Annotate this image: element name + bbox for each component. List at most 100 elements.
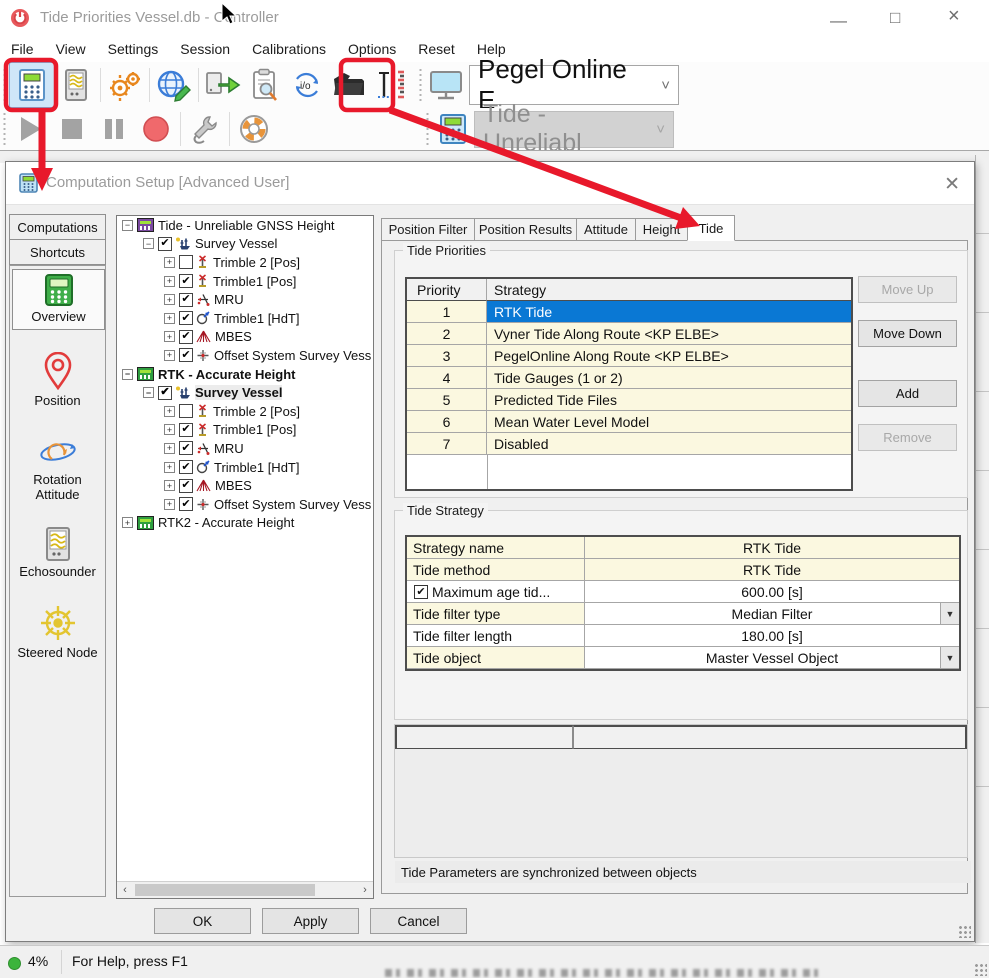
toolbar-grip[interactable] — [2, 111, 7, 147]
tree-expand-icon[interactable] — [164, 499, 175, 510]
shortcut-position[interactable]: Position — [12, 348, 103, 413]
shortcut-echosounder[interactable]: Echosounder — [12, 523, 103, 584]
dialog-close-icon[interactable]: ✕ — [944, 173, 960, 196]
tree-checkbox[interactable] — [179, 497, 193, 511]
dropdown-arrow-icon[interactable]: ▼ — [940, 647, 959, 668]
scroll-left-icon[interactable]: ‹ — [117, 884, 133, 896]
property-row[interactable]: Tide object Master Vessel Object▼ — [407, 647, 959, 669]
tree-expand-icon[interactable] — [164, 424, 175, 435]
tree-item-computation[interactable]: RTK - Accurate Height — [117, 365, 373, 384]
property-value[interactable]: Median Filter▼ — [585, 603, 959, 625]
dropdown-arrow-icon[interactable]: ▼ — [940, 603, 959, 624]
tree-item-computation[interactable]: RTK2 - Accurate Height — [117, 514, 373, 533]
review-data-button[interactable] — [244, 64, 286, 106]
max-age-checkbox[interactable] — [414, 585, 428, 599]
tree-item-sensor[interactable]: Trimble1 [Pos] — [117, 421, 373, 440]
close-button[interactable]: × — [948, 8, 960, 25]
table-row[interactable]: 1 RTK Tide — [407, 301, 851, 323]
tree-item-vessel[interactable]: Survey Vessel — [117, 235, 373, 254]
tree-item-sensor[interactable]: MRU — [117, 439, 373, 458]
shortcut-steered-node[interactable]: Steered Node — [12, 600, 103, 665]
dialog-resize-grip[interactable] — [958, 925, 971, 938]
property-row[interactable]: Maximum age tid... 600.00 [s] — [407, 581, 959, 603]
record-button[interactable] — [135, 108, 177, 150]
maximize-button[interactable]: □ — [890, 9, 900, 26]
tree-expand-icon[interactable] — [164, 406, 175, 417]
tree-checkbox[interactable] — [179, 311, 193, 325]
scrollbar-thumb[interactable] — [135, 884, 315, 896]
tree-item-sensor[interactable]: Offset System Survey Vess — [117, 346, 373, 365]
tree-collapse-icon[interactable] — [122, 369, 133, 380]
property-value[interactable]: Master Vessel Object▼ — [585, 647, 959, 669]
device-combo[interactable]: Pegel Online E ˅ — [469, 65, 679, 105]
tree-item-sensor[interactable]: MBES — [117, 476, 373, 495]
echosounder-setup-button[interactable] — [55, 64, 97, 106]
table-row[interactable]: 5 Predicted Tide Files — [407, 389, 851, 411]
column-priority[interactable]: Priority — [407, 279, 487, 301]
add-button[interactable]: Add — [858, 380, 957, 407]
nav-computations-button[interactable]: Computations — [9, 214, 106, 240]
tree-horizontal-scrollbar[interactable]: ‹ › — [117, 881, 373, 898]
table-row[interactable]: 3 PegelOnline Along Route <KP ELBE> — [407, 345, 851, 367]
play-button[interactable] — [9, 108, 51, 150]
tree-item-sensor[interactable]: Trimble 2 [Pos] — [117, 402, 373, 421]
tree-expand-icon[interactable] — [164, 257, 175, 268]
fix-button[interactable] — [184, 108, 226, 150]
database-button[interactable] — [328, 64, 370, 106]
property-row[interactable]: Tide filter type Median Filter▼ — [407, 603, 959, 625]
ok-button[interactable]: OK — [154, 908, 251, 934]
tree-item-sensor[interactable]: Trimble1 [Pos] — [117, 272, 373, 291]
toolbar-grip[interactable] — [418, 67, 423, 103]
tab-position-filter[interactable]: Position Filter — [381, 218, 475, 241]
tree-item-sensor[interactable]: Trimble 2 [Pos] — [117, 253, 373, 272]
tree-expand-icon[interactable] — [164, 331, 175, 342]
tree-expand-icon[interactable] — [164, 313, 175, 324]
geodesy-setup-button[interactable] — [153, 64, 195, 106]
tab-attitude[interactable]: Attitude — [576, 218, 636, 241]
tide-setup-button[interactable] — [370, 64, 412, 106]
table-row[interactable]: 6 Mean Water Level Model — [407, 411, 851, 433]
stop-button[interactable] — [51, 108, 93, 150]
display-button[interactable] — [425, 64, 467, 106]
tree-expand-icon[interactable] — [164, 294, 175, 305]
tree-checkbox[interactable] — [179, 404, 193, 418]
tree-checkbox[interactable] — [179, 255, 193, 269]
tree-checkbox[interactable] — [179, 460, 193, 474]
tree-checkbox[interactable] — [179, 330, 193, 344]
menu-settings[interactable]: Settings — [97, 41, 170, 57]
tree-collapse-icon[interactable] — [122, 220, 133, 231]
menu-view[interactable]: View — [45, 41, 97, 57]
move-down-button[interactable]: Move Down — [858, 320, 957, 347]
tree-item-sensor[interactable]: Trimble1 [HdT] — [117, 458, 373, 477]
menu-options[interactable]: Options — [337, 41, 407, 57]
settings-gears-button[interactable] — [104, 64, 146, 106]
tree-expand-icon[interactable] — [164, 462, 175, 473]
tree-item-sensor[interactable]: Offset System Survey Vess — [117, 495, 373, 514]
tab-position-results[interactable]: Position Results — [474, 218, 577, 241]
toolbar-grip[interactable] — [425, 111, 430, 147]
tree-item-sensor[interactable]: MRU — [117, 290, 373, 309]
active-computation-button[interactable] — [432, 108, 474, 150]
menu-reset[interactable]: Reset — [407, 41, 466, 57]
tree-checkbox[interactable] — [179, 441, 193, 455]
tab-tide[interactable]: Tide — [687, 215, 735, 241]
tree-item-vessel[interactable]: Survey Vessel — [117, 383, 373, 402]
tree-item-sensor[interactable]: MBES — [117, 328, 373, 347]
tree-expand-icon[interactable] — [164, 350, 175, 361]
shortcut-overview[interactable]: Overview — [12, 269, 105, 330]
column-strategy[interactable]: Strategy — [487, 279, 851, 301]
menu-file[interactable]: File — [0, 41, 45, 57]
minimize-button[interactable]: — — [830, 12, 847, 29]
table-row[interactable]: 4 Tide Gauges (1 or 2) — [407, 367, 851, 389]
tree-collapse-icon[interactable] — [143, 238, 154, 249]
property-row[interactable]: Tide method RTK Tide — [407, 559, 959, 581]
menu-calibrations[interactable]: Calibrations — [241, 41, 337, 57]
tree-expand-icon[interactable] — [164, 443, 175, 454]
help-lifebuoy-button[interactable] — [233, 108, 275, 150]
menu-session[interactable]: Session — [169, 41, 241, 57]
export-button[interactable] — [202, 64, 244, 106]
tree-checkbox[interactable] — [179, 348, 193, 362]
tab-height[interactable]: Height — [635, 218, 688, 241]
computation-setup-button[interactable] — [9, 62, 55, 108]
shortcut-rotation-attitude[interactable]: Rotation Attitude — [12, 431, 103, 507]
